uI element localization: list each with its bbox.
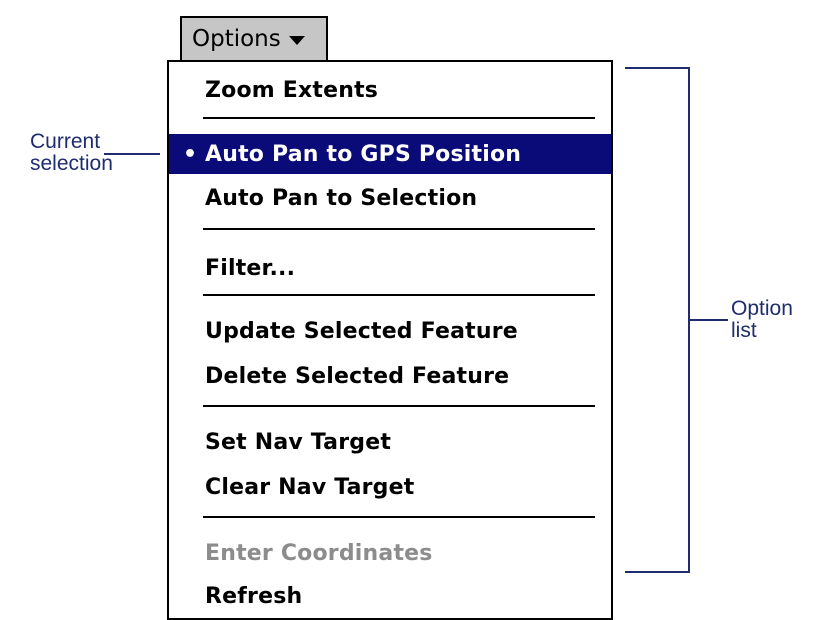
menu-item-label: Auto Pan to GPS Position [205, 141, 522, 167]
menu-item-auto-pan-selection[interactable]: Auto Pan to Selection [169, 178, 611, 218]
bracket-leader [690, 319, 728, 321]
callout-line-2: selection [30, 152, 113, 175]
options-button-label: Options [192, 26, 281, 52]
menu-item-clear-nav-target[interactable]: Clear Nav Target [169, 467, 611, 507]
menu-item-enter-coordinates: Enter Coordinates [169, 533, 611, 573]
menu-separator [203, 405, 595, 407]
menu-separator [203, 294, 595, 296]
menu-item-label: Zoom Extents [205, 77, 379, 103]
menu-item-set-nav-target[interactable]: Set Nav Target [169, 422, 611, 462]
menu-item-filter[interactable]: Filter... [169, 248, 611, 288]
callout-leader-line [104, 153, 160, 155]
menu-item-zoom-extents[interactable]: Zoom Extents [169, 70, 611, 110]
menu-item-update-selected-feature[interactable]: Update Selected Feature [169, 311, 611, 351]
options-menu-button[interactable]: Options [180, 16, 328, 62]
menu-separator [203, 516, 595, 518]
callout-line-1: Option [731, 297, 793, 320]
menu-item-label: Auto Pan to Selection [205, 185, 478, 211]
bracket-top [625, 67, 689, 69]
menu-separator [203, 228, 595, 230]
callout-line-1: Current [30, 130, 101, 153]
menu-item-label: Update Selected Feature [205, 318, 518, 344]
menu-item-label: Delete Selected Feature [205, 363, 510, 389]
selected-bullet-icon: • [183, 141, 198, 167]
menu-item-label: Enter Coordinates [205, 540, 433, 566]
menu-item-label: Filter... [205, 255, 296, 281]
bracket-bottom [625, 571, 689, 573]
menu-item-auto-pan-gps[interactable]: • Auto Pan to GPS Position [169, 134, 611, 174]
options-menu: Zoom Extents • Auto Pan to GPS Position … [167, 60, 613, 620]
menu-item-delete-selected-feature[interactable]: Delete Selected Feature [169, 356, 611, 396]
dropdown-arrow-icon [288, 35, 305, 45]
callout-line-2: list [731, 319, 757, 342]
menu-item-label: Clear Nav Target [205, 474, 415, 500]
menu-item-refresh[interactable]: Refresh [169, 576, 611, 616]
menu-item-label: Set Nav Target [205, 429, 392, 455]
callout-option-list: Option list [731, 298, 793, 342]
menu-separator [203, 117, 595, 119]
menu-item-label: Refresh [205, 583, 303, 609]
callout-current-selection: Current selection [30, 131, 113, 175]
